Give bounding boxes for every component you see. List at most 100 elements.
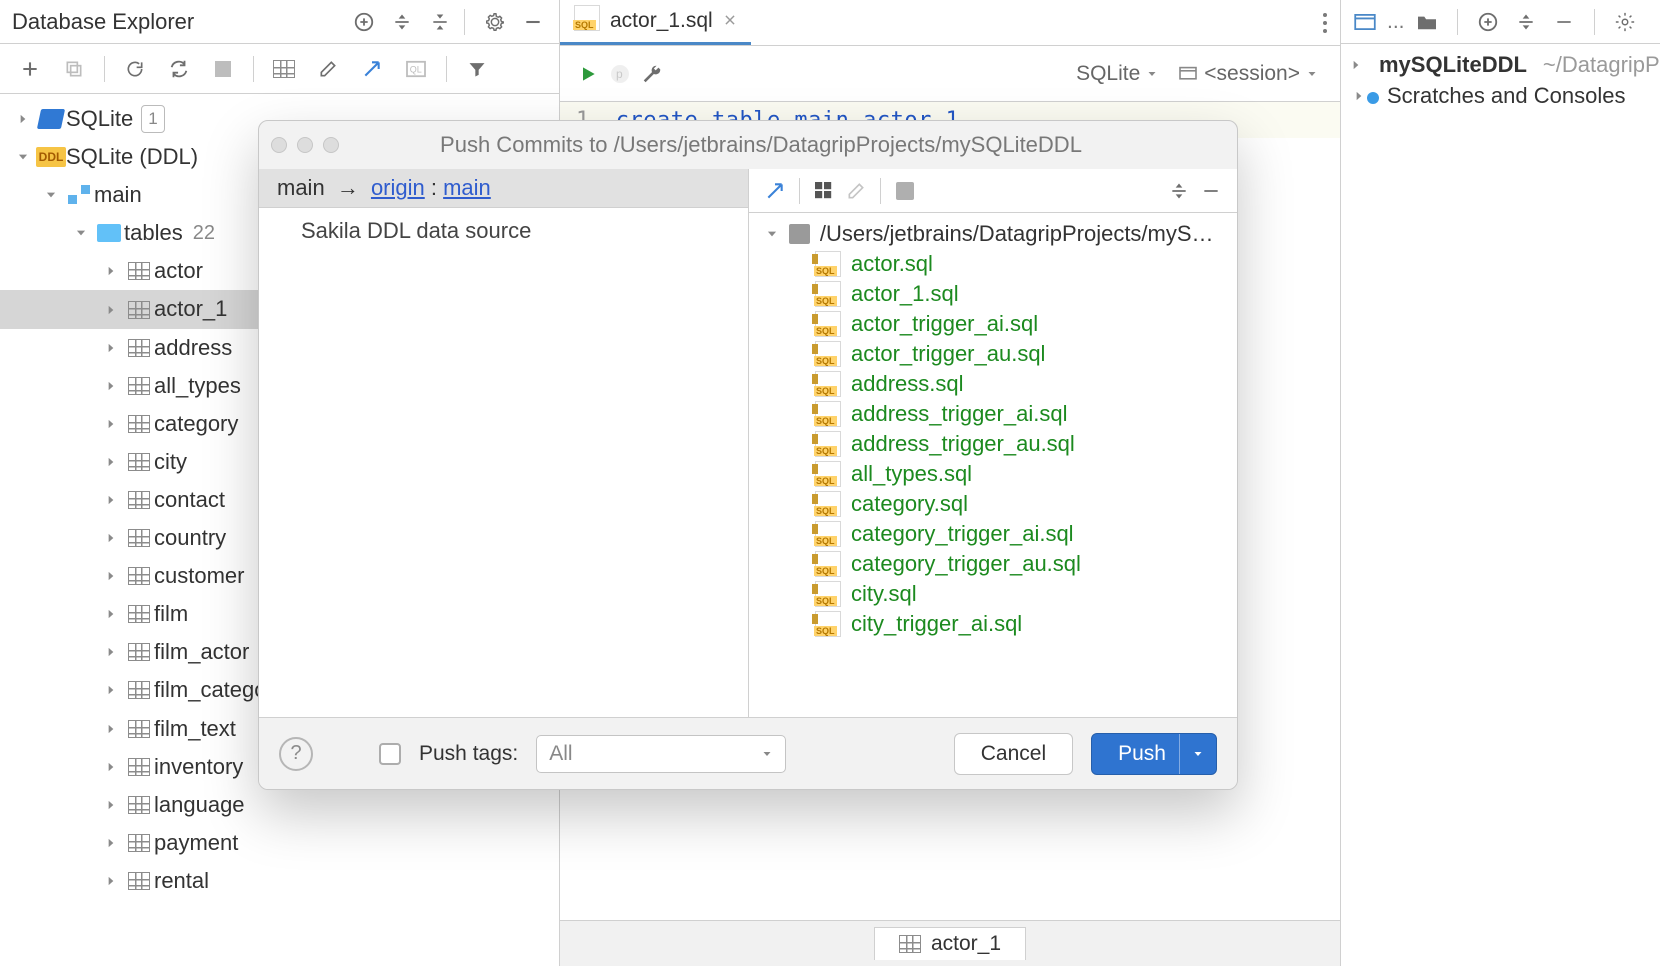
duplicate-icon[interactable] (58, 53, 90, 85)
tree-node-table[interactable]: language (0, 786, 559, 824)
chevron-right-icon[interactable] (98, 874, 124, 888)
add-datasource-icon[interactable] (348, 6, 380, 38)
help-icon[interactable]: ? (279, 737, 313, 771)
new-icon[interactable] (14, 53, 46, 85)
jump-to-source-icon[interactable] (356, 53, 388, 85)
expand-all-icon[interactable] (1163, 175, 1195, 207)
chevron-down-icon[interactable] (1192, 748, 1204, 760)
chevron-down-icon[interactable] (68, 226, 94, 240)
data-view-icon[interactable] (268, 53, 300, 85)
minimize-window-icon[interactable] (297, 137, 313, 153)
tree-node-table[interactable]: payment (0, 824, 559, 862)
jump-to-source-icon[interactable] (759, 175, 791, 207)
cancel-button[interactable]: Cancel (954, 733, 1073, 775)
dialog-titlebar[interactable]: Push Commits to /Users/jetbrains/Datagri… (259, 121, 1237, 169)
open-folder-icon[interactable] (1411, 6, 1443, 38)
changed-file[interactable]: city.sql (755, 579, 1231, 609)
close-window-icon[interactable] (271, 137, 287, 153)
chevron-right-icon[interactable] (98, 645, 124, 659)
edit-icon[interactable] (312, 53, 344, 85)
push-button[interactable]: Push (1091, 733, 1217, 775)
project-tree[interactable]: mySQLiteDDL ~/DatagripProjects Scratches… (1341, 44, 1660, 118)
group-icon[interactable] (808, 175, 840, 207)
run-icon[interactable] (572, 58, 604, 90)
filter-icon[interactable] (461, 53, 493, 85)
session-selector[interactable]: <session> (1168, 62, 1328, 86)
close-tab-icon[interactable] (723, 9, 737, 33)
tree-node-table[interactable]: rental (0, 862, 559, 900)
push-tags-select[interactable]: All (536, 735, 786, 773)
settings-icon[interactable] (479, 6, 511, 38)
changed-file[interactable]: all_types.sql (755, 459, 1231, 489)
view-mode-icon[interactable] (1349, 6, 1381, 38)
scratches-node[interactable]: Scratches and Consoles (1345, 80, 1656, 112)
changed-file[interactable]: category_trigger_ai.sql (755, 519, 1231, 549)
branch-mapping[interactable]: main → origin : main (259, 169, 748, 208)
expand-all-icon[interactable] (386, 6, 418, 38)
chevron-right-icon[interactable] (98, 303, 124, 317)
chevron-right-icon[interactable] (10, 112, 36, 126)
chevron-right-icon[interactable] (98, 417, 124, 431)
editor-toolbar: p SQLite <session> (560, 46, 1340, 102)
editor-tab-actor-1[interactable]: actor_1.sql (560, 0, 751, 45)
collapse-icon[interactable] (1548, 6, 1580, 38)
chevron-right-icon[interactable] (98, 455, 124, 469)
project-root[interactable]: mySQLiteDDL ~/DatagripProjects (1345, 50, 1656, 80)
changed-file[interactable]: actor_trigger_ai.sql (755, 309, 1231, 339)
changed-file[interactable]: actor_trigger_au.sql (755, 339, 1231, 369)
wrench-icon[interactable] (636, 58, 668, 90)
chevron-down-icon[interactable] (38, 188, 64, 202)
changed-file[interactable]: address_trigger_au.sql (755, 429, 1231, 459)
zoom-window-icon[interactable] (323, 137, 339, 153)
chevron-right-icon[interactable] (98, 569, 124, 583)
console-icon[interactable]: QL (400, 53, 432, 85)
changed-file[interactable]: address_trigger_ai.sql (755, 399, 1231, 429)
chevron-right-icon[interactable] (98, 493, 124, 507)
file-name: address_trigger_au.sql (851, 431, 1075, 457)
refresh-icon[interactable] (119, 53, 151, 85)
chevron-right-icon[interactable] (98, 379, 124, 393)
chevron-right-icon[interactable] (1349, 58, 1363, 72)
chevron-right-icon[interactable] (98, 836, 124, 850)
changed-file[interactable]: category.sql (755, 489, 1231, 519)
local-branch: main (277, 175, 325, 200)
changed-file[interactable]: category_trigger_au.sql (755, 549, 1231, 579)
file-tree-root[interactable]: /Users/jetbrains/DatagripProjects/mySQLi… (755, 219, 1231, 249)
chevron-right-icon[interactable] (98, 722, 124, 736)
chevron-right-icon[interactable] (98, 264, 124, 278)
datasource-selector[interactable]: SQLite (1066, 62, 1168, 86)
chevron-right-icon[interactable] (98, 683, 124, 697)
push-tags-checkbox[interactable] (379, 743, 401, 765)
bottom-status-tab[interactable]: actor_1 (560, 920, 1340, 966)
push-button-label: Push (1118, 742, 1166, 766)
changed-files-tree[interactable]: /Users/jetbrains/DatagripProjects/mySQLi… (749, 213, 1237, 645)
remote-branch-link[interactable]: main (443, 175, 491, 200)
collapse-all-icon[interactable] (1195, 175, 1227, 207)
window-controls[interactable] (271, 137, 339, 153)
add-circle-icon[interactable] (1472, 6, 1504, 38)
expand-icon[interactable] (1510, 6, 1542, 38)
edit-icon[interactable] (840, 175, 872, 207)
remote-link[interactable]: origin (371, 175, 425, 200)
chevron-down-icon[interactable] (10, 150, 36, 164)
changed-file[interactable]: actor_1.sql (755, 279, 1231, 309)
sync-icon[interactable] (163, 53, 195, 85)
chevron-right-icon[interactable] (98, 341, 124, 355)
changed-file[interactable]: city_trigger_ai.sql (755, 609, 1231, 639)
tx-icon[interactable]: p (604, 58, 636, 90)
chevron-right-icon[interactable] (98, 760, 124, 774)
changed-file[interactable]: actor.sql (755, 249, 1231, 279)
chevron-right-icon[interactable] (1349, 89, 1369, 103)
stop-icon[interactable] (207, 53, 239, 85)
chevron-right-icon[interactable] (98, 798, 124, 812)
chevron-right-icon[interactable] (98, 531, 124, 545)
changed-file[interactable]: address.sql (755, 369, 1231, 399)
tab-overflow-icon[interactable] (1310, 0, 1340, 45)
diff-icon[interactable] (889, 175, 921, 207)
chevron-down-icon[interactable] (765, 227, 779, 241)
hide-panel-icon[interactable] (517, 6, 549, 38)
settings-icon[interactable] (1609, 6, 1641, 38)
chevron-right-icon[interactable] (98, 607, 124, 621)
collapse-all-icon[interactable] (424, 6, 456, 38)
commit-message[interactable]: Sakila DDL data source (259, 208, 748, 254)
